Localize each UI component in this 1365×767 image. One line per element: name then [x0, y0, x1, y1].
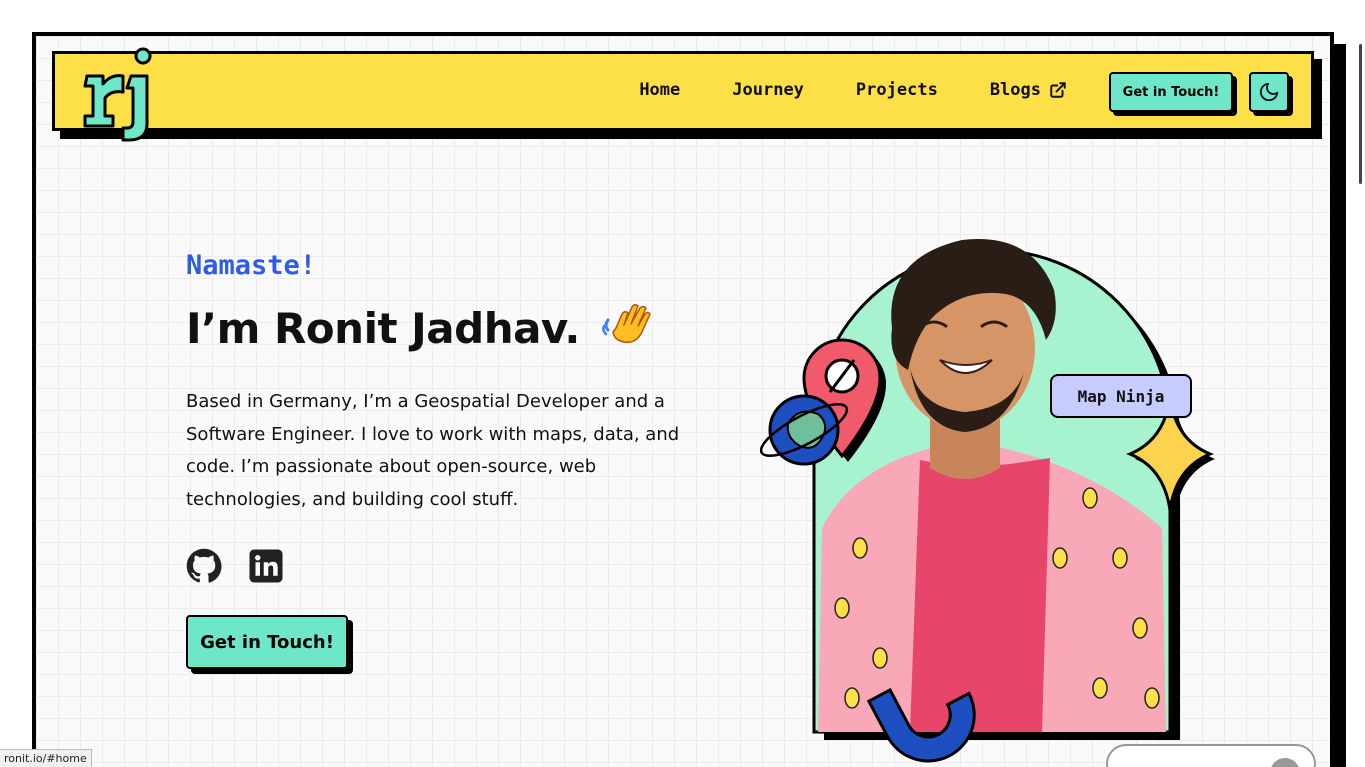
hero-name: I’m Ronit Jadhav. — [186, 303, 580, 353]
rj-logo[interactable] — [79, 42, 159, 142]
nav-projects-label: Projects — [855, 80, 938, 100]
map-ninja-badge: Map Ninja — [1050, 374, 1192, 418]
linkedin-icon — [249, 549, 283, 583]
floating-widget[interactable] — [1106, 744, 1316, 767]
header-get-in-touch-button[interactable]: Get in Touch! — [1109, 72, 1233, 112]
floating-widget-knob[interactable] — [1270, 758, 1300, 767]
linkedin-link[interactable] — [248, 548, 284, 588]
github-link[interactable] — [186, 548, 222, 588]
map-ninja-badge-wrapper: Map Ninja — [1050, 374, 1192, 418]
nav-journey[interactable]: Journey — [732, 80, 804, 100]
hero-bio: Based in Germany, I’m a Geospatial Devel… — [186, 391, 680, 510]
hero-cta-wrapper: Get in Touch! — [186, 615, 353, 674]
nav-projects[interactable]: Projects — [856, 80, 938, 100]
moon-icon — [1259, 82, 1279, 102]
hero-heading: I’m Ronit Jadhav. — [186, 302, 652, 354]
github-icon — [186, 548, 222, 583]
hero-portrait-illustration — [760, 239, 1215, 763]
nav-blogs[interactable]: Blogs — [990, 80, 1067, 100]
status-bar-url: ronit.io/#home — [0, 749, 92, 767]
nav-home-label: Home — [639, 80, 681, 100]
hero-get-in-touch-button[interactable]: Get in Touch! — [186, 615, 348, 669]
frame-shadow — [1334, 44, 1346, 767]
nav-home[interactable]: Home — [639, 80, 680, 100]
greeting: Namaste! — [186, 250, 317, 281]
theme-toggle-button[interactable] — [1249, 72, 1289, 112]
nav-journey-label: Journey — [732, 80, 804, 100]
waving-hand-icon — [601, 303, 651, 344]
nav-blogs-label: Blogs — [989, 80, 1041, 100]
navbar: Home Journey Projects Blogs Get in Touch… — [52, 47, 1314, 142]
theme-toggle-wrapper — [1249, 72, 1293, 116]
external-link-icon — [1050, 82, 1066, 98]
main-nav: Home Journey Projects Blogs — [639, 80, 1067, 100]
social-links — [186, 548, 284, 588]
header-cta-wrapper: Get in Touch! — [1109, 72, 1237, 116]
scrollbar-thumb[interactable] — [1359, 44, 1362, 184]
